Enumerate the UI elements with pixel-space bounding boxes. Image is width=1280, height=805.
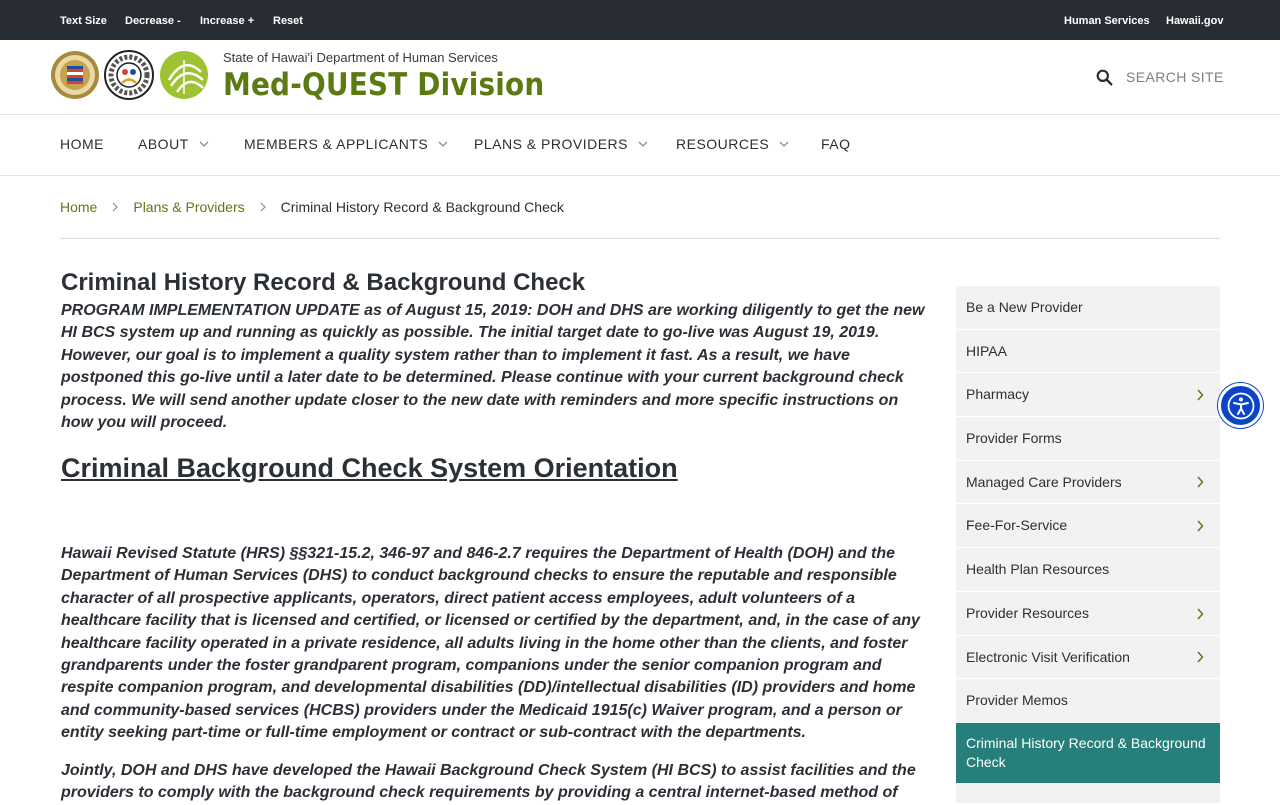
sidebar-item-provider-memos[interactable]: Provider Memos: [956, 679, 1220, 723]
nav-label: ABOUT: [138, 136, 189, 152]
nav-about[interactable]: ABOUT: [138, 136, 209, 152]
sidebar-item-hipaa[interactable]: HIPAA: [956, 330, 1220, 373]
main-nav: HOME ABOUT MEMBERS & APPLICANTS PLANS & …: [0, 115, 1280, 176]
text-size-label: Text Size: [60, 15, 107, 27]
sidebar-item-label: Provider Resources: [966, 605, 1089, 621]
sidebar-item-electronic-visit-verification[interactable]: Electronic Visit Verification: [956, 636, 1220, 679]
sidebar-item-criminal-history[interactable]: Criminal History Record & Background Che…: [956, 723, 1220, 784]
sidebar-item-label: Criminal History Record & Background Che…: [966, 735, 1206, 770]
nav-faq[interactable]: FAQ: [821, 136, 851, 152]
breadcrumb-plans-link[interactable]: Plans & Providers: [133, 199, 244, 215]
search-icon: [1096, 69, 1113, 85]
sidebar-item-be-a-new-provider[interactable]: Be a New Provider: [956, 286, 1220, 330]
chevron-right-icon[interactable]: [1196, 388, 1204, 401]
nav-resources[interactable]: RESOURCES: [676, 136, 789, 152]
chevron-down-icon: [199, 141, 209, 147]
search-label: SEARCH SITE: [1126, 69, 1224, 85]
nav-label: MEMBERS & APPLICANTS: [244, 136, 429, 152]
chevron-right-icon[interactable]: [1196, 519, 1204, 532]
hi-bcs-paragraph: Jointly, DOH and DHS have developed the …: [61, 762, 916, 802]
chevron-right-icon[interactable]: [1196, 651, 1204, 663]
nav-home[interactable]: HOME: [60, 136, 104, 152]
human-services-link[interactable]: Human Services: [1064, 14, 1150, 28]
nav-label: RESOURCES: [676, 136, 770, 152]
breadcrumb-home-link[interactable]: Home: [60, 199, 97, 215]
sidebar-item-pharmacy[interactable]: Pharmacy: [956, 373, 1220, 417]
hawaii-gov-link[interactable]: Hawaii.gov: [1166, 14, 1223, 28]
search-button[interactable]: SEARCH SITE: [1096, 67, 1224, 87]
chevron-down-icon: [638, 141, 648, 147]
decrease-text-button[interactable]: Decrease -: [125, 14, 181, 28]
accessibility-icon: [1227, 392, 1254, 419]
sidebar-item-provider-forms[interactable]: Provider Forms: [956, 417, 1220, 461]
sidebar-item-label: Be a New Provider: [966, 299, 1083, 315]
sidebar-item-label: Pharmacy: [966, 386, 1030, 402]
chevron-right-icon[interactable]: [1196, 476, 1204, 488]
department-name: State of Hawai'i Department of Human Ser…: [223, 50, 498, 65]
sidebar-item-managed-care-providers[interactable]: Managed Care Providers: [956, 461, 1220, 504]
increase-text-button[interactable]: Increase +: [200, 14, 254, 28]
breadcrumb-current: Criminal History Record & Background Che…: [280, 199, 564, 215]
breadcrumb: Home Plans & Providers Criminal History …: [60, 199, 564, 215]
state-seal-logo[interactable]: [50, 50, 100, 100]
utility-bar: Text Size Decrease - Increase + Reset Hu…: [0, 0, 1280, 40]
dhs-seal-logo[interactable]: [104, 50, 154, 100]
chevron-down-icon: [438, 141, 448, 147]
sidebar-item-health-plan-resources[interactable]: Health Plan Resources: [956, 548, 1220, 592]
chevron-down-icon: [779, 141, 789, 147]
chevron-right-icon: [112, 202, 119, 212]
breadcrumb-divider: [60, 238, 1220, 239]
sidebar-item-label: Provider Memos: [966, 692, 1068, 708]
nav-label: FAQ: [821, 136, 851, 152]
accessibility-button[interactable]: [1218, 383, 1263, 428]
reset-text-button[interactable]: Reset: [273, 14, 303, 28]
nav-label: PLANS & PROVIDERS: [474, 136, 628, 152]
chevron-right-icon: [260, 202, 266, 212]
sidebar-item-next[interactable]: [956, 784, 1220, 804]
sidebar-item-label: Managed Care Providers: [966, 473, 1122, 490]
sidebar-item-label: Electronic Visit Verification: [966, 648, 1130, 665]
implementation-update-text: PROGRAM IMPLEMENTATION UPDATE as of Augu…: [61, 302, 925, 432]
sidebar-item-label: Health Plan Resources: [966, 561, 1110, 577]
sidebar-item-label: Provider Forms: [966, 430, 1062, 446]
sidebar-item-label: HIPAA: [966, 342, 1007, 359]
statute-paragraph: Hawaii Revised Statute (HRS) §§321-15.2,…: [61, 545, 920, 742]
nav-label: HOME: [60, 136, 104, 152]
sidebar-nav: Be a New Provider HIPAA Pharmacy Provide…: [956, 286, 1220, 804]
nav-plans-providers[interactable]: PLANS & PROVIDERS: [474, 136, 648, 152]
orientation-link[interactable]: Criminal Background Check System Orienta…: [61, 453, 678, 484]
medquest-leaf-logo[interactable]: [159, 50, 209, 100]
sidebar-item-fee-for-service[interactable]: Fee-For-Service: [956, 504, 1220, 548]
division-title[interactable]: Med-QUEST Division: [223, 67, 544, 103]
nav-members-applicants[interactable]: MEMBERS & APPLICANTS: [244, 136, 448, 152]
sidebar-item-provider-resources[interactable]: Provider Resources: [956, 592, 1220, 636]
site-header: State of Hawai'i Department of Human Ser…: [0, 40, 1280, 115]
sidebar-item-label: Fee-For-Service: [966, 517, 1068, 533]
page-title: Criminal History Record & Background Che…: [61, 269, 586, 296]
chevron-right-icon[interactable]: [1196, 607, 1204, 620]
